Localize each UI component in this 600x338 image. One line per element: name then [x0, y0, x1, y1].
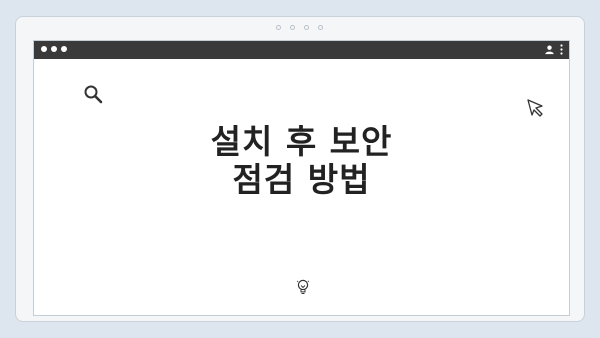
window-titlebar — [34, 41, 569, 59]
frame-dots — [276, 25, 323, 30]
frame-dot — [304, 25, 309, 30]
frame-dot — [318, 25, 323, 30]
search-icon — [84, 85, 103, 104]
close-dot[interactable] — [41, 46, 47, 52]
maximize-dot[interactable] — [61, 46, 67, 52]
title-line-1: 설치 후 보안 — [210, 122, 393, 161]
minimize-dot[interactable] — [51, 46, 57, 52]
frame-dot — [276, 25, 281, 30]
title-line-2: 점검 방법 — [232, 160, 371, 199]
user-icon[interactable] — [544, 44, 555, 55]
kebab-menu-icon[interactable] — [560, 44, 563, 55]
frame-dot — [290, 25, 295, 30]
browser-window: 설치 후 보안 점검 방법 — [33, 40, 570, 316]
cursor-arrow-icon — [527, 99, 543, 117]
lightbulb-icon — [296, 279, 310, 294]
window-controls — [41, 46, 67, 52]
page-title: 설치 후 보안 점검 방법 — [34, 123, 569, 199]
titlebar-actions — [544, 44, 563, 55]
